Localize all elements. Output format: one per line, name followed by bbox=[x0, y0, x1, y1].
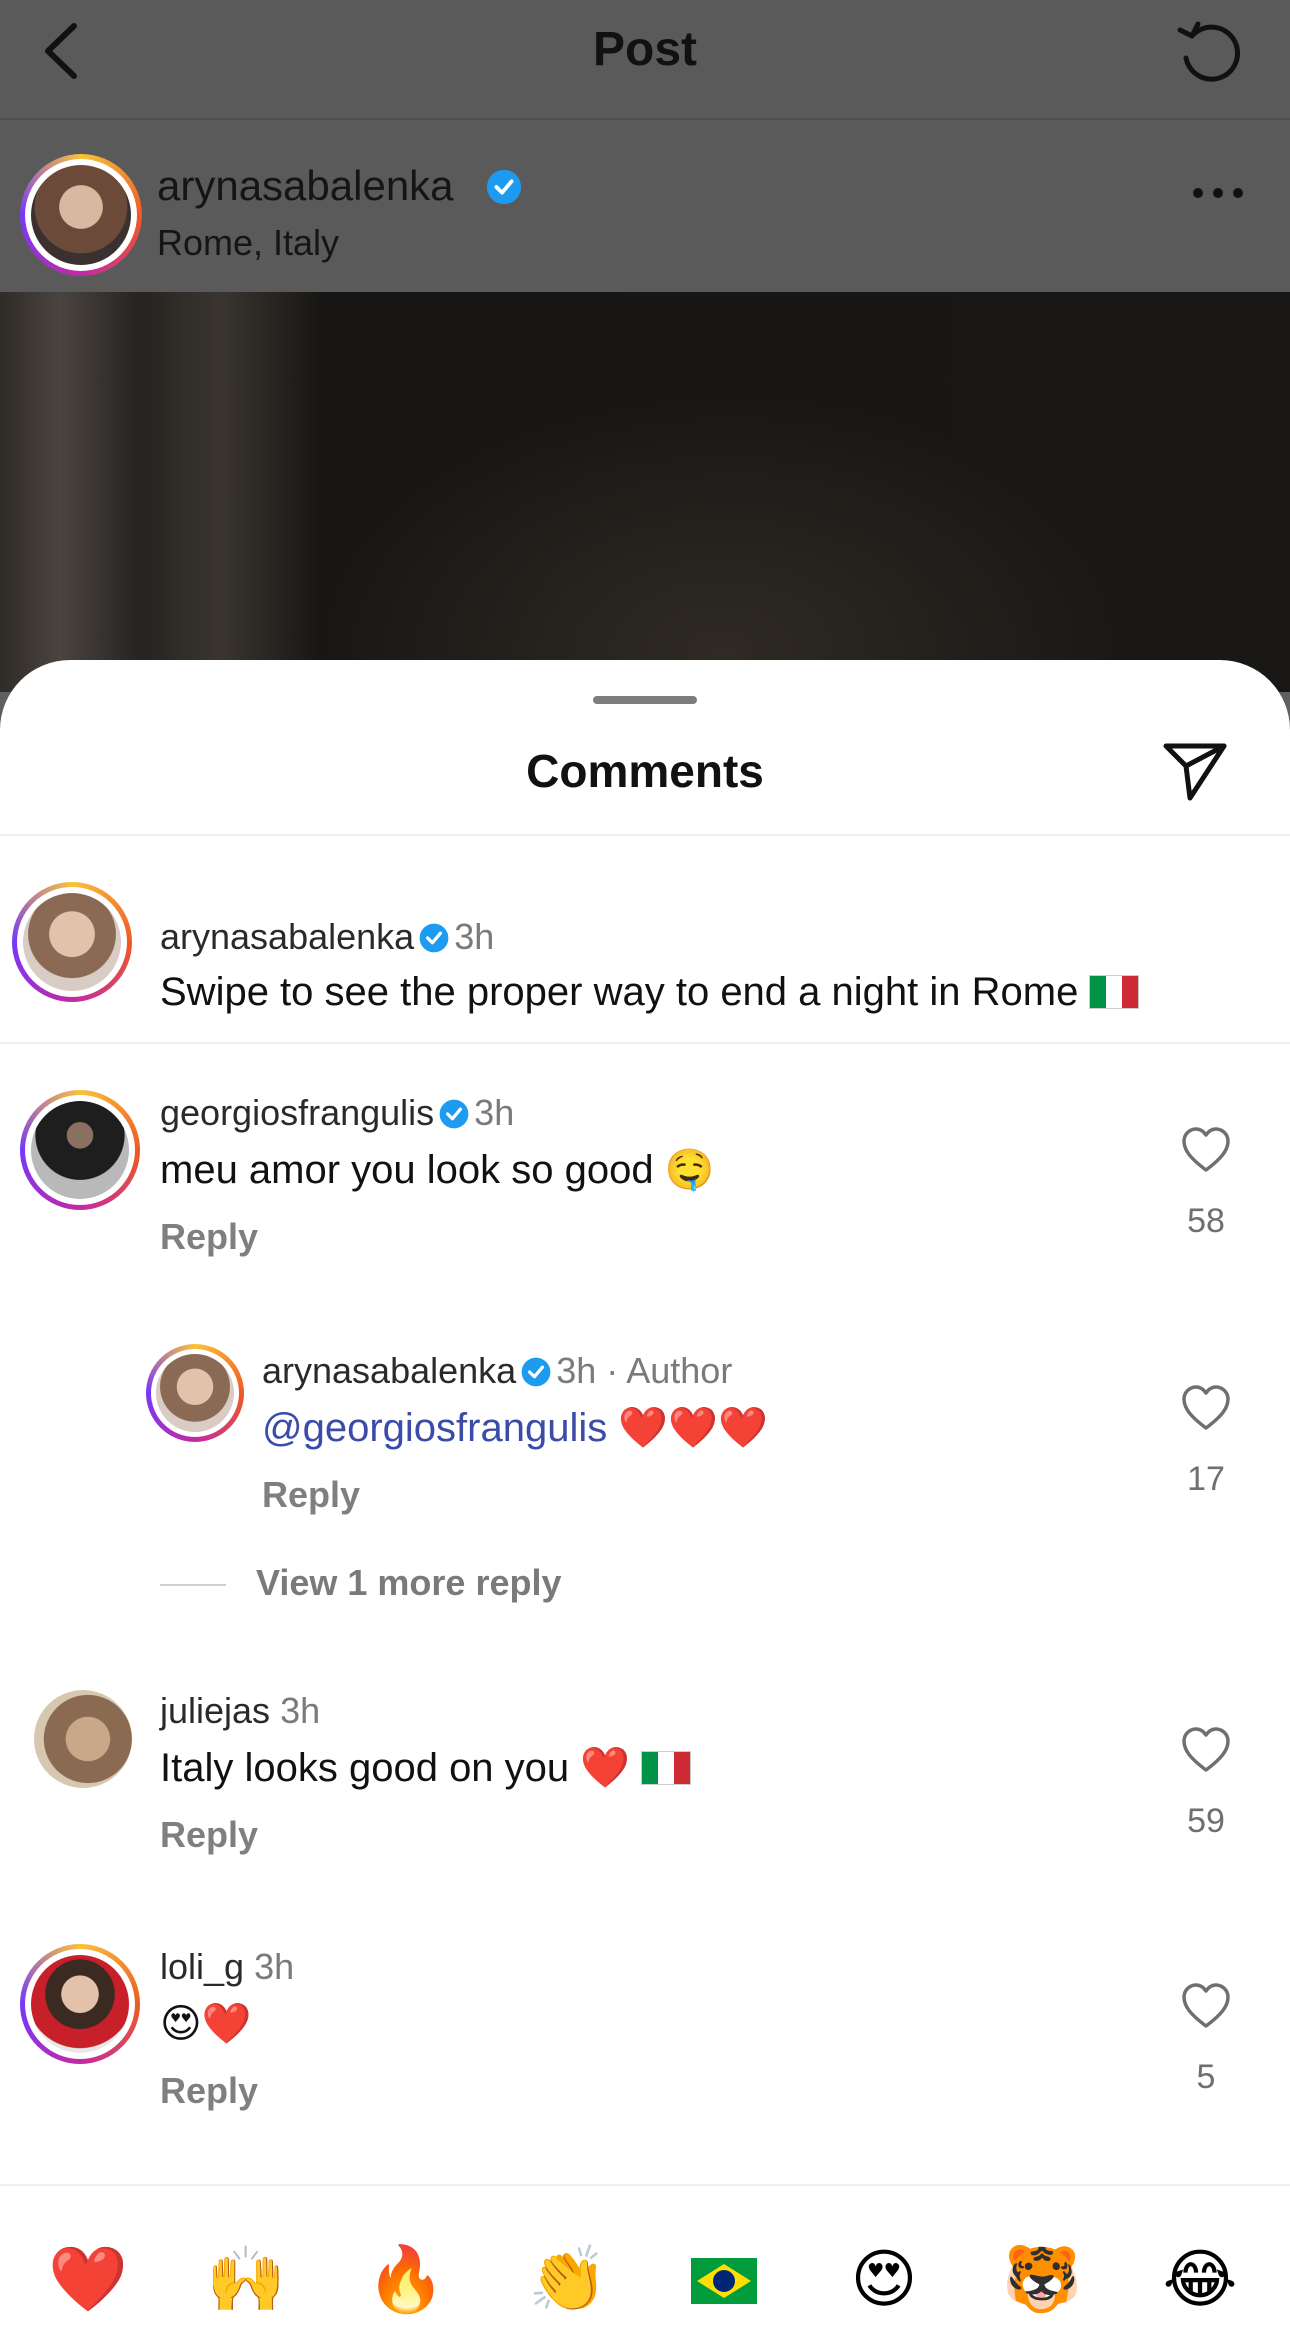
verified-icon bbox=[419, 923, 449, 953]
share-send-icon[interactable] bbox=[1160, 738, 1230, 804]
top-bar: Post bbox=[0, 0, 1290, 120]
like-count: 17 bbox=[1187, 1460, 1225, 1498]
view-more-line bbox=[160, 1584, 226, 1586]
italy-flag-icon bbox=[1089, 975, 1140, 1009]
brazil-flag-icon[interactable] bbox=[680, 2236, 768, 2324]
italy-flag-icon bbox=[641, 1751, 692, 1785]
caption-text: Swipe to see the proper way to end a nig… bbox=[160, 970, 1079, 1014]
divider bbox=[0, 834, 1290, 836]
heart-icon[interactable] bbox=[1180, 1726, 1232, 1774]
heart-icon[interactable] bbox=[1180, 1384, 1232, 1432]
more-options-icon[interactable] bbox=[1188, 178, 1248, 208]
comment-text-row: 😍❤️ bbox=[160, 2000, 252, 2047]
comment-avatar[interactable] bbox=[20, 1090, 140, 1210]
fire-icon[interactable]: 🔥 bbox=[362, 2236, 450, 2324]
verified-icon bbox=[521, 1357, 551, 1387]
reply-button[interactable]: Reply bbox=[160, 1814, 258, 1856]
caption-avatar[interactable] bbox=[12, 882, 132, 1002]
hearts-icon: ❤️❤️❤️ bbox=[618, 1405, 768, 1451]
post-image[interactable] bbox=[0, 292, 1290, 692]
comments-sheet: Comments arynasabalenka 3h Swipe to see t… bbox=[0, 660, 1290, 2337]
comment-text-row: meu amor you look so good 🤤 bbox=[160, 1146, 715, 1193]
clapping-hands-icon[interactable]: 👏 bbox=[524, 2236, 612, 2324]
verified-icon bbox=[439, 1099, 469, 1129]
comment-text-row: Italy looks good on you ❤️ bbox=[160, 1744, 692, 1791]
comment-username-row: loli_g 3h bbox=[160, 1946, 294, 1988]
reply-time: 3h · Author bbox=[556, 1350, 733, 1391]
comment-avatar[interactable] bbox=[34, 1690, 132, 1788]
comment-text: meu amor you look so good bbox=[160, 1148, 654, 1192]
comments-title: Comments bbox=[526, 745, 764, 797]
caption-username[interactable]: arynasabalenka bbox=[160, 916, 414, 957]
caption-time: 3h bbox=[454, 916, 495, 957]
quick-reactions-bar: ❤️ 🙌 🔥 👏 😍 🐯 😂 bbox=[0, 2184, 1290, 2339]
drooling-face-icon: 🤤 bbox=[664, 1147, 715, 1193]
reply-text-row: @georgiosfrangulis ❤️❤️❤️ bbox=[262, 1404, 768, 1451]
comment-username-row: juliejas 3h bbox=[160, 1690, 320, 1732]
comment-time: 3h bbox=[280, 1690, 321, 1731]
comment-time: 3h bbox=[474, 1092, 515, 1133]
post-author-avatar[interactable] bbox=[20, 154, 142, 276]
divider bbox=[0, 1042, 1290, 1044]
heart-icon[interactable] bbox=[1180, 1126, 1232, 1174]
caption-text-row: Swipe to see the proper way to end a nig… bbox=[160, 970, 1140, 1015]
comment-username[interactable]: georgiosfrangulis bbox=[160, 1092, 434, 1133]
refresh-icon[interactable] bbox=[1172, 14, 1248, 90]
caption-username-row: arynasabalenka 3h bbox=[160, 916, 494, 958]
reply-button[interactable]: Reply bbox=[262, 1474, 360, 1516]
post-header: arynasabalenka Rome, Italy bbox=[0, 120, 1290, 292]
comment-time: 3h bbox=[254, 1946, 295, 1987]
view-more-replies-button[interactable]: View 1 more reply bbox=[256, 1562, 562, 1604]
tears-of-joy-icon[interactable]: 😂 bbox=[1156, 2236, 1244, 2324]
reply-mention[interactable]: @georgiosfrangulis bbox=[262, 1406, 607, 1450]
red-heart-icon[interactable]: ❤️ bbox=[44, 2236, 132, 2324]
reply-avatar[interactable] bbox=[146, 1344, 244, 1442]
comment-avatar[interactable] bbox=[20, 1944, 140, 2064]
comment-text: Italy looks good on you bbox=[160, 1746, 570, 1790]
post-location[interactable]: Rome, Italy bbox=[157, 222, 339, 264]
heart-eyes-and-heart-icon: 😍❤️ bbox=[160, 2001, 252, 2047]
verified-icon bbox=[486, 169, 522, 205]
reply-button[interactable]: Reply bbox=[160, 1216, 258, 1258]
heart-icon[interactable] bbox=[1180, 1982, 1232, 2030]
red-heart-icon: ❤️ bbox=[580, 1745, 631, 1791]
page-title: Post bbox=[592, 23, 697, 76]
post-author-username[interactable]: arynasabalenka bbox=[157, 162, 454, 210]
comment-username[interactable]: loli_g bbox=[160, 1946, 244, 1987]
like-count: 59 bbox=[1187, 1802, 1225, 1840]
reply-username[interactable]: arynasabalenka bbox=[262, 1350, 516, 1391]
tiger-face-icon[interactable]: 🐯 bbox=[998, 2236, 1086, 2324]
comment-username[interactable]: juliejas bbox=[160, 1690, 270, 1731]
reply-username-row: arynasabalenka 3h · Author bbox=[262, 1350, 732, 1392]
raising-hands-icon[interactable]: 🙌 bbox=[202, 2236, 290, 2324]
heart-eyes-icon[interactable]: 😍 bbox=[840, 2236, 928, 2324]
comment-username-row: georgiosfrangulis 3h bbox=[160, 1092, 514, 1134]
like-count: 58 bbox=[1187, 1202, 1225, 1240]
reply-button[interactable]: Reply bbox=[160, 2070, 258, 2112]
sheet-grabber[interactable] bbox=[593, 696, 697, 704]
like-count: 5 bbox=[1196, 2058, 1216, 2096]
